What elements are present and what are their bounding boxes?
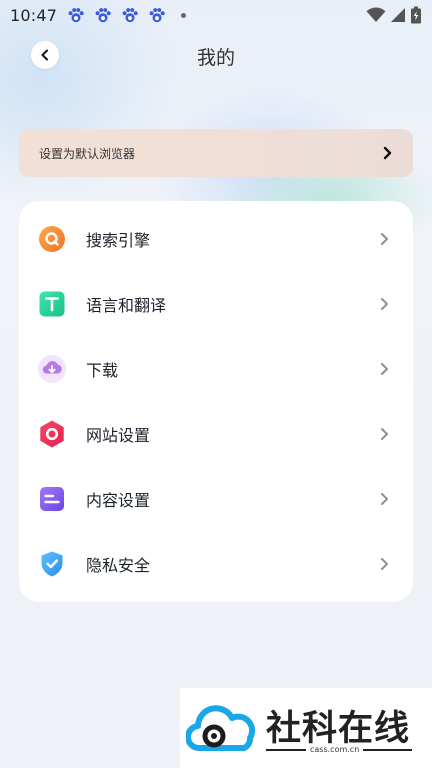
translate-icon (39, 291, 65, 317)
signal-icon (391, 8, 405, 22)
system-status-icons (366, 6, 422, 24)
page-header: 我的 (0, 34, 432, 78)
content-settings-icon (40, 487, 64, 511)
search-engine-icon (39, 226, 65, 252)
battery-icon (411, 6, 421, 24)
chevron-right-icon (381, 558, 388, 570)
status-time: 10:47 (10, 5, 58, 25)
paw-icon (95, 8, 111, 23)
menu-item-label: 内容设置 (86, 491, 151, 510)
watermark-domain: cass.com.cn (306, 745, 364, 754)
menu-item-label: 隐私安全 (86, 556, 151, 575)
shield-check-icon (41, 551, 63, 577)
menu-item-label: 下载 (86, 361, 119, 380)
paw-icon (122, 8, 138, 23)
menu-item-download[interactable]: 下载 (19, 337, 413, 401)
banner-label: 设置为默认浏览器 (39, 146, 136, 161)
status-bar: 10:47 (0, 0, 432, 30)
cloud-logo-icon (186, 705, 256, 752)
more-notifications-dot (181, 12, 187, 18)
chevron-right-icon (383, 146, 392, 160)
chevron-right-icon (381, 493, 388, 505)
download-cloud-icon (38, 355, 66, 383)
wifi-icon (366, 7, 386, 23)
set-default-browser-banner[interactable]: 设置为默认浏览器 (19, 129, 413, 177)
menu-item-search-engine[interactable]: 搜索引擎 (19, 207, 413, 271)
site-watermark: 社科在线 cass.com.cn (180, 688, 432, 768)
menu-item-website-settings[interactable]: 网站设置 (19, 402, 413, 466)
watermark-title: 社科在线 (266, 709, 411, 749)
menu-item-language-translation[interactable]: 语言和翻译 (19, 272, 413, 336)
website-settings-icon (40, 420, 64, 448)
menu-item-label: 语言和翻译 (86, 296, 167, 315)
chevron-right-icon (381, 298, 388, 310)
menu-item-privacy-security[interactable]: 隐私安全 (19, 532, 413, 596)
paw-icon (68, 8, 84, 23)
menu-item-content-settings[interactable]: 内容设置 (19, 467, 413, 531)
menu-item-label: 搜索引擎 (86, 231, 151, 250)
page-title: 我的 (196, 47, 235, 69)
chevron-right-icon (381, 363, 388, 375)
chevron-right-icon (381, 428, 388, 440)
settings-menu-card: 搜索引擎 语言和翻译 下载 网站设置 内容设置 隐私安全 (19, 201, 413, 602)
chevron-right-icon (381, 233, 388, 245)
paw-icon (149, 8, 165, 23)
notification-icons (67, 6, 187, 24)
menu-item-label: 网站设置 (86, 426, 151, 445)
